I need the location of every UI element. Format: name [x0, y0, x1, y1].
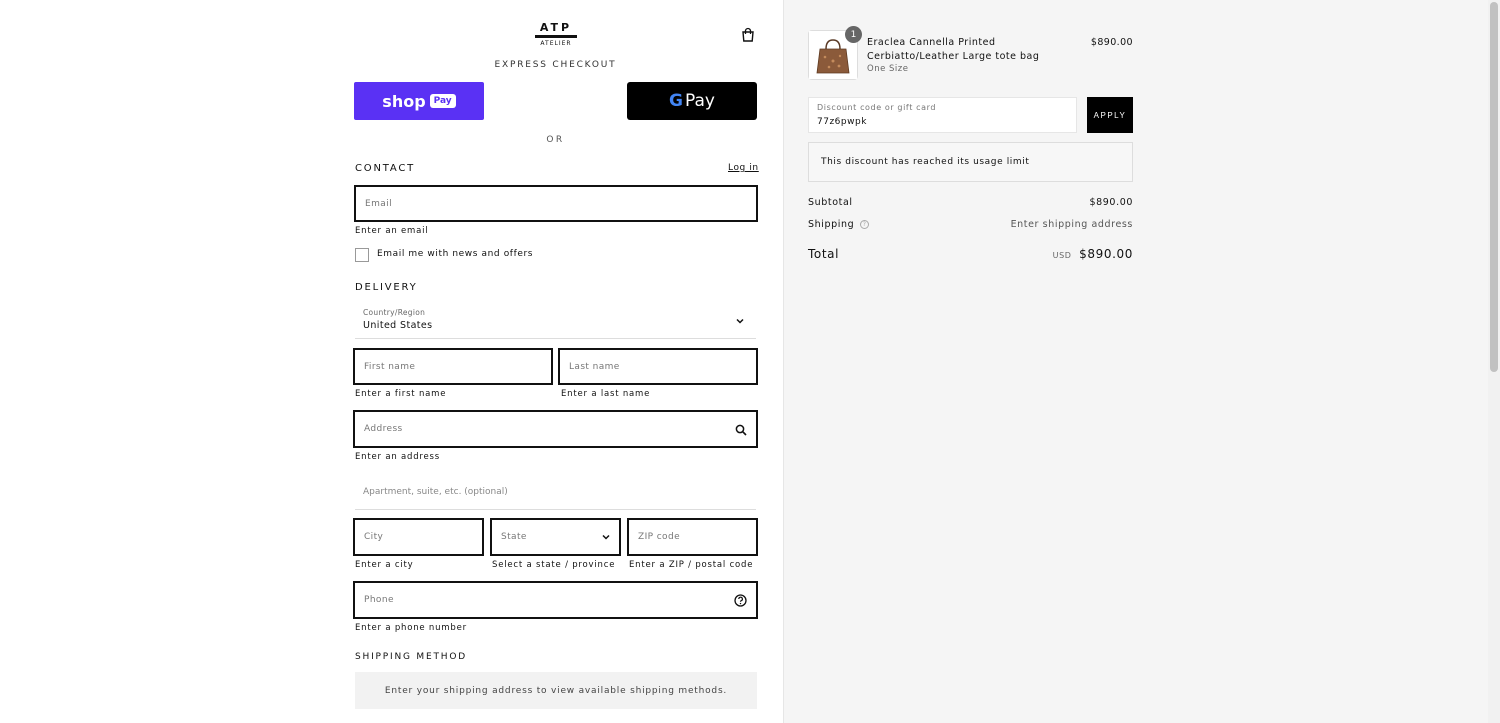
- search-icon: [735, 424, 747, 436]
- shop-pay-logo-pay: Pay: [429, 94, 456, 108]
- total-row: Total USD $890.00: [808, 247, 1133, 265]
- country-label: Country/Region: [363, 308, 426, 317]
- discount-label: Discount code or gift card: [817, 103, 937, 112]
- email-input[interactable]: [356, 187, 756, 220]
- shipping-label: Shipping: [808, 219, 855, 230]
- atp-atelier-logo[interactable]: ATP ATELIER: [535, 22, 577, 47]
- delivery-heading: DELIVERY: [355, 282, 418, 293]
- shipping-method-heading: SHIPPING METHOD: [355, 652, 467, 662]
- scrollbar-thumb[interactable]: [1490, 2, 1498, 372]
- shop-pay-logo-shop: shop: [382, 91, 426, 111]
- discount-code-field[interactable]: Discount code or gift card: [808, 97, 1077, 133]
- total-currency: USD: [1052, 251, 1072, 260]
- logo-text-top: ATP: [539, 21, 573, 34]
- apartment-input[interactable]: [355, 474, 756, 509]
- google-pay-button[interactable]: G Pay: [627, 82, 757, 120]
- last-name-input[interactable]: [560, 350, 756, 383]
- login-link[interactable]: Log in: [728, 163, 759, 173]
- last-name-error: Enter a last name: [561, 389, 651, 399]
- zip-error: Enter a ZIP / postal code: [629, 560, 754, 570]
- shipping-method-message: Enter your shipping address to view avai…: [355, 672, 757, 709]
- express-checkout-title: EXPRESS CHECKOUT: [494, 60, 617, 70]
- email-error: Enter an email: [355, 226, 429, 236]
- state-error: Select a state / province: [492, 560, 616, 570]
- chevron-down-icon: [602, 534, 610, 540]
- product-variant: One Size: [867, 64, 909, 74]
- contact-heading: CONTACT: [355, 163, 416, 174]
- city-input[interactable]: [355, 520, 482, 554]
- phone-field[interactable]: [353, 581, 758, 619]
- shop-pay-button[interactable]: shop Pay: [354, 82, 484, 120]
- subtotal-value: $890.00: [1089, 197, 1133, 208]
- first-name-input[interactable]: [355, 350, 551, 383]
- city-field[interactable]: [353, 518, 484, 556]
- address-field[interactable]: [353, 410, 758, 448]
- country-select[interactable]: Country/Region United States: [355, 304, 756, 339]
- total-value-wrap: USD $890.00: [1053, 247, 1133, 261]
- address-error: Enter an address: [355, 452, 441, 462]
- info-icon[interactable]: ?: [859, 220, 869, 229]
- discount-error-message: This discount has reached its usage limi…: [808, 142, 1133, 182]
- last-name-field[interactable]: [558, 348, 758, 385]
- zip-field[interactable]: [627, 518, 758, 556]
- or-divider: OR: [546, 135, 565, 145]
- city-error: Enter a city: [355, 560, 414, 570]
- newsletter-label: Email me with news and offers: [377, 249, 534, 259]
- discount-code-input[interactable]: [809, 114, 1076, 130]
- apartment-field[interactable]: [355, 474, 756, 510]
- shipping-value: Enter shipping address: [1010, 219, 1133, 230]
- newsletter-checkbox[interactable]: [355, 248, 369, 262]
- country-value: United States: [363, 320, 433, 331]
- shipping-label-wrap: Shipping ?: [808, 219, 869, 230]
- email-field[interactable]: [354, 185, 758, 222]
- google-g-icon: G: [669, 91, 683, 111]
- subtotal-row: Subtotal $890.00: [808, 197, 1133, 211]
- product-name: Eraclea Cannella Printed Cerbiatto/Leath…: [867, 37, 1040, 62]
- help-icon[interactable]: [734, 594, 747, 607]
- subtotal-label: Subtotal: [808, 197, 853, 208]
- state-placeholder: State: [501, 532, 527, 542]
- quantity-badge: 1: [845, 26, 862, 43]
- phone-input[interactable]: [355, 583, 756, 617]
- total-value: $890.00: [1079, 247, 1133, 261]
- logo-text-bottom: ATELIER: [540, 40, 572, 47]
- address-input[interactable]: [355, 412, 756, 446]
- product-price: $890.00: [1090, 37, 1133, 48]
- shopping-bag-icon[interactable]: [740, 27, 756, 43]
- logo-bar: [535, 35, 577, 38]
- page-scrollbar[interactable]: [1488, 0, 1500, 723]
- first-name-error: Enter a first name: [355, 389, 447, 399]
- zip-input[interactable]: [629, 520, 756, 554]
- chevron-down-icon: [736, 318, 744, 324]
- total-label: Total: [808, 247, 840, 261]
- apply-discount-button[interactable]: APPLY: [1087, 97, 1133, 133]
- state-select[interactable]: State: [490, 518, 621, 556]
- google-pay-label: Pay: [685, 91, 715, 111]
- shipping-row: Shipping ? Enter shipping address: [808, 219, 1133, 233]
- first-name-field[interactable]: [353, 348, 553, 385]
- phone-error: Enter a phone number: [355, 623, 467, 633]
